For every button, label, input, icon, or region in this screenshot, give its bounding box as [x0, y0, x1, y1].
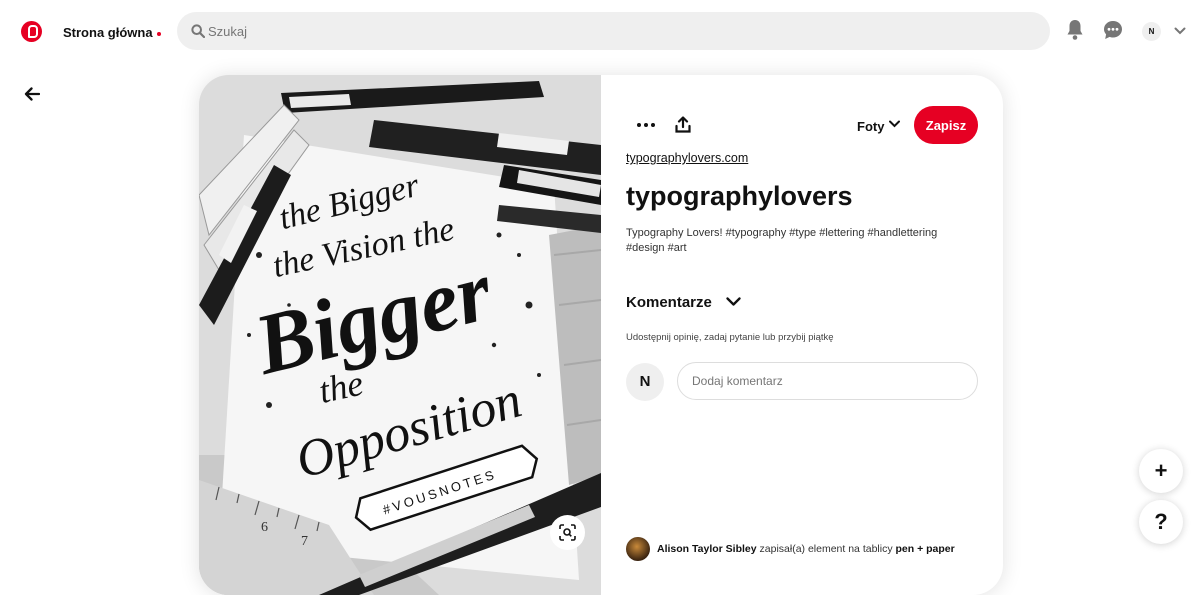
home-label: Strona główna	[63, 25, 153, 40]
pin-image[interactable]: 6 7 the Bigger the Vision the Bigger the…	[199, 75, 601, 595]
user-avatar[interactable]: N	[1142, 22, 1161, 41]
pinterest-logo-icon[interactable]	[21, 21, 42, 42]
pin-title: typographylovers	[626, 181, 853, 211]
comments-heading: Komentarze	[626, 294, 712, 311]
search-icon	[191, 24, 205, 38]
add-button[interactable]: +	[1139, 449, 1183, 493]
share-icon[interactable]	[675, 116, 691, 133]
saver-board[interactable]: pen + paper	[896, 543, 955, 555]
help-button[interactable]: ?	[1139, 500, 1183, 544]
saved-by-text: Alison Taylor Sibley zapisał(a) element …	[657, 543, 955, 555]
more-options-icon[interactable]	[637, 123, 655, 127]
saver-avatar[interactable]	[626, 537, 650, 561]
comment-avatar[interactable]: N	[626, 363, 664, 401]
search-input[interactable]	[208, 12, 1008, 50]
back-arrow-icon[interactable]	[24, 86, 40, 102]
pin-image-art: 6 7 the Bigger the Vision the Bigger the…	[199, 75, 601, 595]
lens-icon	[559, 524, 576, 541]
pin-details: Foty Zapisz typographylovers.com typogra…	[601, 75, 1003, 595]
saved-action: zapisał(a) element na tablicy	[756, 543, 896, 555]
search-bar[interactable]	[177, 12, 1050, 50]
comment-input[interactable]	[677, 362, 978, 400]
chevron-down-icon	[726, 297, 741, 306]
messages-icon[interactable]	[1103, 20, 1123, 40]
board-dropdown[interactable]: Foty	[857, 119, 900, 134]
bell-icon[interactable]	[1066, 19, 1084, 41]
ruler-number-6: 6	[261, 520, 268, 535]
top-bar: Strona główna N	[0, 0, 1200, 62]
board-label: Foty	[857, 119, 885, 134]
chevron-down-icon	[889, 120, 900, 128]
ruler-number-7: 7	[301, 534, 308, 549]
chevron-down-icon[interactable]	[1174, 27, 1186, 35]
comments-hint: Udostępnij opinię, zadaj pytanie lub prz…	[626, 332, 834, 343]
comments-toggle[interactable]: Komentarze	[626, 294, 741, 311]
source-link[interactable]: typographylovers.com	[626, 151, 748, 165]
visual-search-button[interactable]	[550, 515, 585, 550]
pin-card: 6 7 the Bigger the Vision the Bigger the…	[199, 75, 1003, 595]
notification-dot	[156, 31, 161, 36]
save-button[interactable]: Zapisz	[914, 106, 978, 144]
home-link[interactable]: Strona główna	[63, 25, 161, 40]
pin-description: Typography Lovers! #typography #type #le…	[626, 227, 938, 254]
saver-name[interactable]: Alison Taylor Sibley	[657, 543, 757, 555]
